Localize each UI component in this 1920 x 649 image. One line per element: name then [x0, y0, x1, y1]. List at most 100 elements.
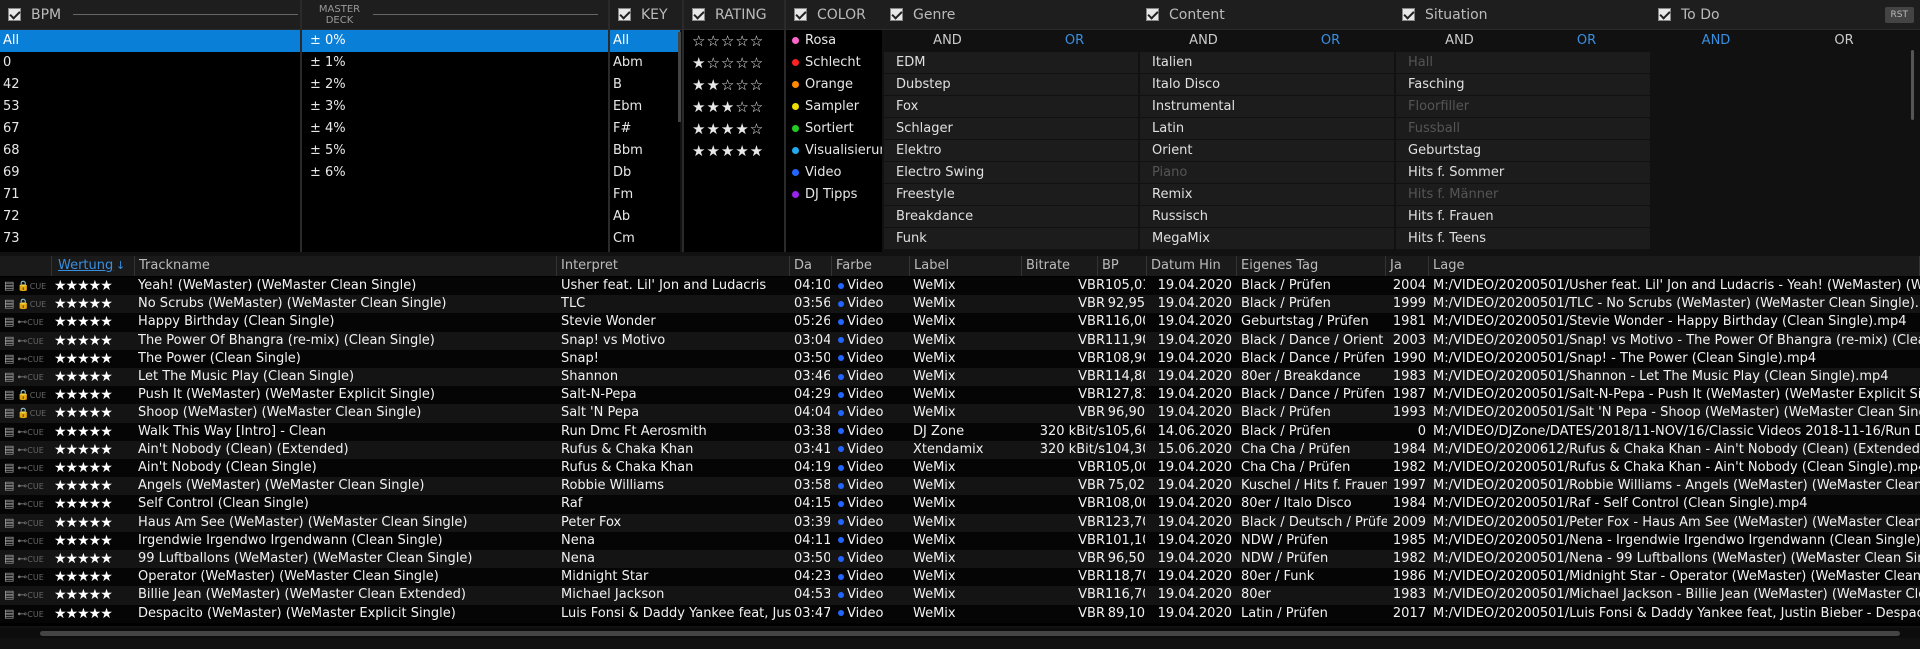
content-tag-item[interactable]: Latin — [1140, 118, 1394, 139]
key-item[interactable]: Bbm — [610, 140, 680, 162]
bpm-checkbox[interactable] — [8, 8, 21, 21]
column-header[interactable]: Bitrate — [1022, 256, 1098, 276]
bpm-item[interactable]: 72 — [0, 206, 300, 228]
key-item[interactable]: Ebm — [610, 96, 680, 118]
genre-tag-item[interactable]: Fox — [884, 96, 1138, 117]
content-and-or-toggle[interactable]: AND OR — [1140, 30, 1394, 52]
key-item[interactable]: Cm — [610, 228, 680, 250]
master-deck-item[interactable]: ± 0% — [302, 30, 608, 52]
rating-item[interactable]: ★★★★★ — [684, 140, 784, 162]
todo-and-or-toggle[interactable]: AND OR — [1652, 30, 1908, 52]
rating-item[interactable]: ★☆☆☆☆ — [684, 52, 784, 74]
master-deck-item[interactable]: ± 1% — [302, 52, 608, 74]
table-row[interactable]: ▤ ⊷CUE ★★★★★ 99 Luftballons (WeMaster) (We… — [0, 550, 1920, 569]
column-header[interactable]: Da — [790, 256, 832, 276]
situation-and-or-toggle[interactable]: AND OR — [1396, 30, 1650, 52]
situation-tag-item[interactable]: Floorfiller — [1396, 96, 1650, 117]
master-deck-item[interactable]: ± 5% — [302, 140, 608, 162]
key-item[interactable]: B — [610, 74, 680, 96]
table-row[interactable]: ▤ ⊷CUE ★★★★★ Ain't Nobody (Clean Single) Ru… — [0, 459, 1920, 478]
column-header[interactable]: Farbe — [832, 256, 910, 276]
rating-checkbox[interactable] — [692, 8, 705, 21]
key-item[interactable]: F# — [610, 118, 680, 140]
situation-and-button[interactable]: AND — [1396, 30, 1523, 52]
key-checkbox[interactable] — [618, 8, 631, 21]
rating-item[interactable]: ★★★★☆ — [684, 118, 784, 140]
column-header[interactable]: Lage — [1429, 256, 1920, 276]
column-header[interactable]: Label — [910, 256, 1022, 276]
content-tag-item[interactable]: Instrumental — [1140, 96, 1394, 117]
column-header[interactable]: Datum Hin — [1147, 256, 1237, 276]
key-item[interactable]: Fm — [610, 184, 680, 206]
table-row[interactable]: ▤ 🔒CUE ★★★★★ Push It (WeMaster) (WeMaster … — [0, 386, 1920, 405]
situation-tag-item[interactable]: Hits f. Männer — [1396, 184, 1650, 205]
master-deck-item[interactable]: ± 2% — [302, 74, 608, 96]
table-row[interactable]: ▤ 🔒CUE ★★★★★ No Scrubs (WeMaster) (WeMaste… — [0, 295, 1920, 314]
content-and-button[interactable]: AND — [1140, 30, 1267, 52]
color-item[interactable]: Orange — [786, 74, 882, 96]
bpm-item[interactable]: 42 — [0, 74, 300, 96]
column-header[interactable]: Trackname — [135, 256, 557, 276]
situation-checkbox[interactable] — [1402, 8, 1415, 21]
genre-tag-item[interactable]: Electro Swing — [884, 162, 1138, 183]
situation-or-button[interactable]: OR — [1523, 30, 1650, 52]
situation-tag-item[interactable]: Hits f. Frauen — [1396, 206, 1650, 227]
color-checkbox[interactable] — [794, 8, 807, 21]
content-tag-item[interactable]: Russisch — [1140, 206, 1394, 227]
color-item[interactable]: Rosa — [786, 30, 882, 52]
genre-tag-item[interactable]: EDM — [884, 52, 1138, 73]
key-scrollbar[interactable] — [678, 32, 681, 122]
todo-checkbox[interactable] — [1658, 8, 1671, 21]
content-tag-item[interactable]: Orient — [1140, 140, 1394, 161]
column-header[interactable]: BP — [1098, 256, 1147, 276]
master-deck-slider[interactable] — [372, 14, 598, 15]
situation-tag-item[interactable]: Fasching — [1396, 74, 1650, 95]
column-header[interactable]: Ja — [1386, 256, 1429, 276]
table-row[interactable]: ▤ ⊷CUE ★★★★★ Happy Birthday (Clean Single)… — [0, 313, 1920, 332]
table-row[interactable]: ▤ ⊷CUE ★★★★★ Haus Am See (WeMaster) (WeMas… — [0, 513, 1920, 532]
table-row[interactable]: ▤ ⊷CUE ★★★★★ Ain't Nobody (Clean) (Extende… — [0, 440, 1920, 459]
bpm-item[interactable]: 71 — [0, 184, 300, 206]
bpm-item[interactable]: 0 — [0, 52, 300, 74]
genre-tag-item[interactable]: Elektro — [884, 140, 1138, 161]
master-deck-item[interactable]: ± 3% — [302, 96, 608, 118]
situation-tag-item[interactable]: Hits f. Sommer — [1396, 162, 1650, 183]
bpm-item[interactable]: 67 — [0, 118, 300, 140]
rating-item[interactable]: ☆☆☆☆☆ — [684, 30, 784, 52]
genre-tag-item[interactable]: Dubstep — [884, 74, 1138, 95]
bpm-slider-left[interactable] — [73, 14, 299, 15]
bpm-item[interactable]: 73 — [0, 228, 300, 250]
situation-tag-item[interactable]: Hits f. Teens — [1396, 228, 1650, 249]
table-row[interactable]: ▤ ⊷CUE ★★★★★ Walk This Way [Intro] - Clean… — [0, 422, 1920, 441]
genre-or-button[interactable]: OR — [1011, 30, 1138, 52]
color-item[interactable]: Sortiert — [786, 118, 882, 140]
filter-scrollbar[interactable] — [1911, 50, 1914, 120]
situation-tag-item[interactable]: Fussball — [1396, 118, 1650, 139]
content-tag-item[interactable]: Italo Disco — [1140, 74, 1394, 95]
genre-checkbox[interactable] — [890, 8, 903, 21]
bpm-item[interactable]: All — [0, 30, 300, 52]
content-or-button[interactable]: OR — [1267, 30, 1394, 52]
table-row[interactable]: ▤ ⊷CUE ★★★★★ Irgendwie Irgendwo Irgendwann… — [0, 531, 1920, 550]
key-item[interactable]: Ab — [610, 206, 680, 228]
column-header[interactable]: Interpret — [557, 256, 790, 276]
color-item[interactable]: Video — [786, 162, 882, 184]
master-deck-item[interactable]: ± 4% — [302, 118, 608, 140]
content-checkbox[interactable] — [1146, 8, 1159, 21]
bpm-item[interactable]: 68 — [0, 140, 300, 162]
table-row[interactable]: ▤ ⊷CUE ★★★★★ The Power (Clean Single) Snap!… — [0, 349, 1920, 368]
todo-and-button[interactable]: AND — [1652, 30, 1780, 52]
genre-tag-item[interactable]: Breakdance — [884, 206, 1138, 227]
table-row[interactable]: ▤ ⊷CUE ★★★★★ Billie Jean (WeMaster) (WeMas… — [0, 586, 1920, 605]
bpm-item[interactable]: 53 — [0, 96, 300, 118]
column-header[interactable]: Eigenes Tag — [1237, 256, 1386, 276]
rating-item[interactable]: ★★★☆☆ — [684, 96, 784, 118]
color-item[interactable]: Schlecht — [786, 52, 882, 74]
table-row[interactable]: ▤ ⊷CUE ★★★★★ Let The Music Play (Clean Sin… — [0, 368, 1920, 387]
table-row[interactable]: ▤ ⊷CUE ★★★★★ Operator (WeMaster) (WeMaster… — [0, 568, 1920, 587]
table-row[interactable]: ▤ 🔒CUE ★★★★★ Yeah! (WeMaster) (WeMaster Cl… — [0, 277, 1920, 296]
table-row[interactable]: ▤ 🔒CUE ★★★★★ Shoop (WeMaster) (WeMaster Cl… — [0, 404, 1920, 423]
content-tag-item[interactable]: Remix — [1140, 184, 1394, 205]
content-tag-item[interactable]: MegaMix — [1140, 228, 1394, 249]
content-tag-item[interactable]: Piano — [1140, 162, 1394, 183]
